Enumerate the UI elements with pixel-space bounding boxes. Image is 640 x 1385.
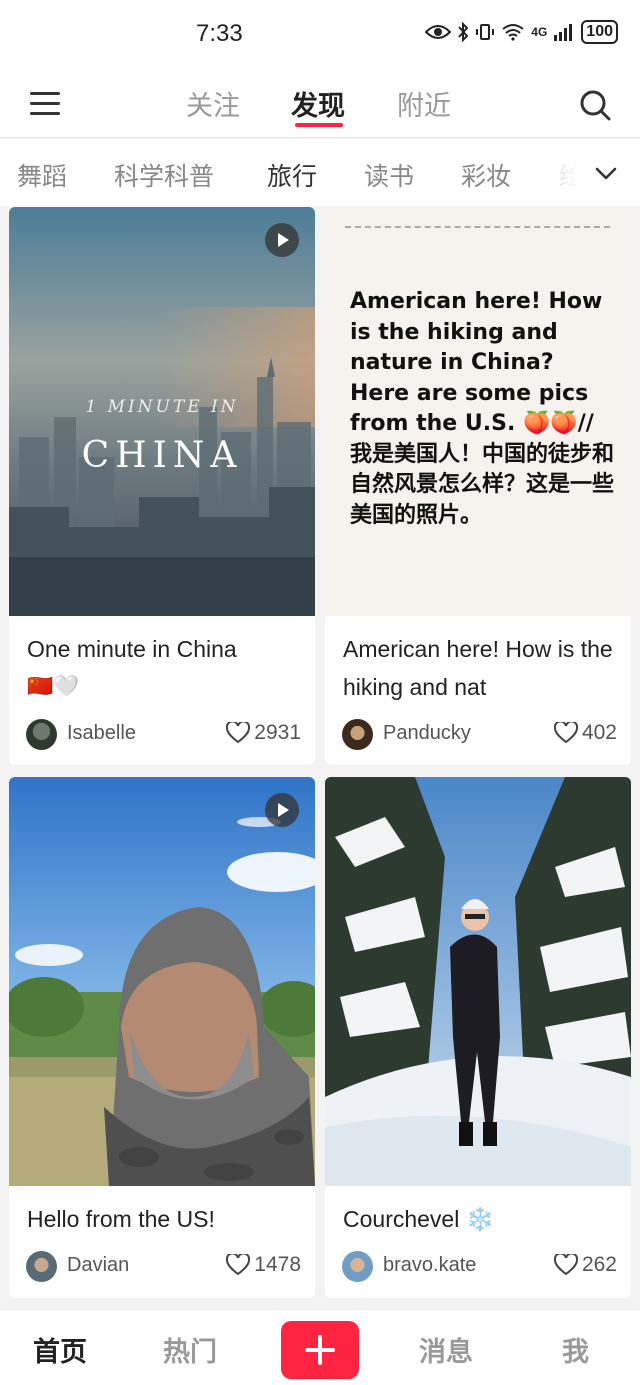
category-books[interactable]: 读书	[364, 157, 414, 193]
like-count: 1478	[254, 1253, 301, 1276]
like-count: 2931	[254, 721, 301, 744]
feed-card[interactable]: Courchevel ❄️ bravo.kate 262	[325, 777, 631, 1298]
feed-card[interactable]: Hello from the US! Davian 1478	[9, 777, 315, 1298]
chevron-down-icon	[595, 167, 617, 180]
like-count: 402	[581, 721, 617, 744]
plus-icon	[305, 1335, 335, 1365]
avatar[interactable]	[342, 719, 373, 750]
card-title: American here! How is the hiking and nat	[343, 636, 613, 700]
card-author-row: Isabelle 2931	[26, 719, 301, 751]
battery-indicator: 100	[581, 20, 618, 44]
feed-card[interactable]: 1 MINUTE IN CHINA One minute in China 🇨🇳…	[9, 207, 315, 765]
like-count: 262	[581, 1253, 617, 1276]
avatar[interactable]	[26, 1251, 57, 1282]
author-name[interactable]: Davian	[67, 1254, 129, 1277]
bluetooth-icon	[458, 22, 469, 42]
heart-icon	[553, 1254, 578, 1276]
thumbnail-caption-large: CHINA	[81, 435, 243, 476]
like-button[interactable]: 262	[553, 1253, 617, 1277]
author-name[interactable]: bravo.kate	[383, 1254, 476, 1277]
card-thumbnail	[325, 777, 631, 1186]
category-travel[interactable]: 旅行	[267, 157, 317, 193]
search-icon	[580, 90, 611, 121]
like-button[interactable]: 1478	[226, 1253, 301, 1277]
card-author-row: Panducky 402	[342, 719, 617, 751]
decorative-divider	[345, 226, 610, 228]
status-time: 7:33	[196, 20, 243, 47]
card-title-text: One minute in China	[27, 636, 237, 662]
avatar[interactable]	[342, 1251, 373, 1282]
vibrate-icon	[476, 24, 495, 40]
bottom-nav-home[interactable]: 首页	[33, 1330, 87, 1369]
author-name[interactable]: Panducky	[383, 722, 471, 745]
create-post-button[interactable]	[281, 1321, 359, 1379]
card-author-row: bravo.kate 262	[342, 1251, 617, 1283]
eye-icon	[425, 25, 452, 39]
author-name[interactable]: Isabelle	[67, 722, 136, 745]
search-button[interactable]	[578, 88, 612, 122]
bottom-nav: 首页 热门 消息 我	[0, 1309, 640, 1385]
card-title: Courchevel ❄️	[343, 1206, 495, 1232]
bottom-nav-trending[interactable]: 热门	[163, 1330, 217, 1369]
card-thumbnail: American here! How is the hiking and nat…	[325, 207, 631, 616]
tab-following[interactable]: 关注	[186, 84, 240, 123]
top-nav: 关注 发现 附近	[0, 70, 640, 138]
thumbnail-text: American here! How is the hiking and nat…	[350, 289, 615, 528]
heart-icon	[226, 722, 251, 744]
card-title-emoji: 🇨🇳🤍	[27, 675, 80, 698]
network-type: 4G	[531, 25, 548, 39]
play-icon	[265, 793, 299, 827]
bottom-nav-profile[interactable]: 我	[562, 1330, 589, 1369]
feed-tabs: 关注 发现 附近	[0, 70, 640, 138]
category-bar: 舞蹈 科学科普 旅行 读书 彩妆 绘	[0, 139, 640, 206]
card-title: One minute in China 🇨🇳🤍	[27, 630, 297, 706]
tab-discover[interactable]: 发现	[291, 84, 345, 123]
signal-icon	[554, 24, 573, 41]
bottom-nav-messages[interactable]: 消息	[419, 1330, 473, 1369]
heart-icon	[553, 722, 578, 744]
play-icon	[265, 223, 299, 257]
category-dance[interactable]: 舞蹈	[17, 157, 67, 193]
card-title: Hello from the US!	[27, 1206, 215, 1232]
category-makeup[interactable]: 彩妆	[461, 157, 511, 193]
feed-card[interactable]: American here! How is the hiking and nat…	[325, 207, 631, 765]
like-button[interactable]: 402	[553, 721, 617, 745]
card-thumbnail: 1 MINUTE IN CHINA	[9, 207, 315, 616]
category-science[interactable]: 科学科普	[114, 157, 214, 193]
thumbnail-caption-small: 1 MINUTE IN	[85, 397, 239, 417]
avatar[interactable]	[26, 719, 57, 750]
tab-nearby[interactable]: 附近	[397, 84, 451, 123]
heart-icon	[226, 1254, 251, 1276]
active-tab-indicator	[295, 123, 343, 127]
category-fade	[540, 139, 640, 206]
category-expand-button[interactable]	[592, 161, 620, 185]
card-thumbnail	[9, 777, 315, 1186]
status-bar: 7:33 4G 100	[0, 0, 640, 70]
status-icons: 4G 100	[425, 20, 618, 44]
wifi-icon	[502, 24, 524, 41]
card-author-row: Davian 1478	[26, 1251, 301, 1283]
like-button[interactable]: 2931	[226, 721, 301, 745]
